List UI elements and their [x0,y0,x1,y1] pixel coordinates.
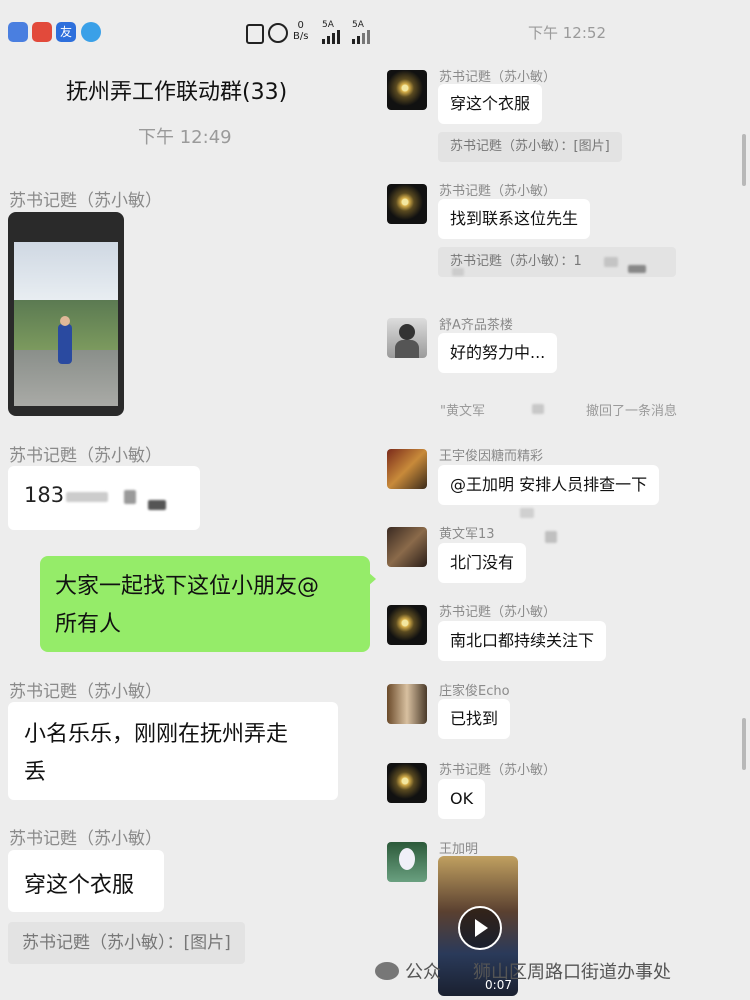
avatar[interactable] [387,527,427,567]
message-bubble[interactable]: 北门没有 [438,543,527,583]
sender-name: 苏书记甦（苏小敏） [9,446,162,466]
sender-name: 苏书记甦（苏小敏） [439,605,557,620]
signal-label: 5A [322,20,334,30]
child-head [60,316,70,326]
message-text: 北门没有 [450,553,515,572]
message-bubble[interactable]: 穿这个衣服 [438,84,543,124]
photo-sky [14,242,118,302]
avatar[interactable] [387,184,427,224]
message-text: 穿这个衣服 [24,873,135,898]
bubble-tail [368,572,376,586]
message-text: 南北口都持续关注下 [450,631,595,650]
recall-sender: "黄文军 [440,404,485,419]
redacted-block [520,508,534,518]
message-bubble[interactable]: 183 [8,466,200,530]
watermark-prefix: 公众 [405,962,441,983]
message-bubble[interactable]: @王加明 安排人员排查一下 [438,465,660,505]
redacted-block [66,492,108,502]
signal-icon: 5A [352,20,370,44]
self-message-bubble[interactable]: 大家一起找下这位小朋友@ 所有人 [40,556,370,652]
redacted-block [124,490,136,504]
chat-timestamp: 下午 12:49 [138,127,232,148]
group-title: 抚州弄工作联动群(33) [66,80,288,105]
redacted-block [148,500,166,510]
message-text: 183 [24,483,65,507]
message-text: 穿这个衣服 [450,94,531,113]
message-text: OK [450,789,474,808]
avatar[interactable] [387,684,427,724]
sender-name: 苏书记甦（苏小敏） [9,682,162,702]
message-bubble[interactable]: 已找到 [438,699,511,739]
quoted-reply[interactable]: 苏书记甦（苏小敏）：[图片] [438,132,622,162]
message-bubble[interactable]: 南北口都持续关注下 [438,621,607,661]
nfc-icon [246,24,264,44]
app-notification-icon [32,22,52,42]
sender-name: 苏书记甦（苏小敏） [439,184,557,199]
sender-name: 苏书记甦（苏小敏） [9,829,162,849]
sender-name: 苏书记甦（苏小敏） [9,191,162,211]
net-speed-value: 0 [297,20,304,31]
message-bubble[interactable]: 找到联系这位先生 [438,199,591,239]
message-text-line: 丢 [24,760,47,785]
alarm-icon [268,23,288,43]
child-figure [58,324,72,364]
net-speed-unit: B/s [293,31,309,42]
message-bubble[interactable]: 小名乐乐，刚刚在抚州弄走 丢 [8,702,338,800]
sender-name: 苏书记甦（苏小敏） [439,763,557,778]
message-text: 已找到 [450,709,499,728]
message-text: 找到联系这位先生 [450,209,579,228]
quoted-text: 苏书记甦（苏小敏）：1 [450,254,582,269]
watermark-suffix: 狮山区周路口街道办事处 [473,962,671,983]
message-text-line: 大家一起找下这位小朋友@ [55,574,320,599]
app-notification-icon [81,22,101,42]
redacted-block [604,257,618,267]
play-icon[interactable] [458,906,502,950]
system-notice: "黄文军 [440,400,485,419]
watermark: 公众 狮山区周路口街道办事处 [375,958,671,984]
avatar[interactable] [387,763,427,803]
message-bubble[interactable]: 好的努力中... [438,333,558,373]
avatar[interactable] [387,842,427,882]
signal-icon: 5A [322,20,340,44]
right-timestamp: 下午 12:52 [528,24,606,42]
message-text: @王加明 安排人员排查一下 [450,475,648,494]
sender-name: 黄文军13 [439,527,495,542]
system-notice-text: 撤回了一条消息 [586,404,678,419]
signal-label: 5A [352,20,364,30]
app-notification-icon: 友 [56,22,76,42]
sender-name: 王加明 [439,842,479,857]
wechat-icon [375,962,399,980]
message-text: 好的努力中... [450,343,546,362]
message-text-line: 小名乐乐，刚刚在抚州弄走 [24,722,289,747]
quoted-reply[interactable]: 苏书记甦（苏小敏）：1 [438,247,676,277]
message-bubble[interactable]: 穿这个衣服 [8,850,164,912]
avatar[interactable] [387,449,427,489]
app-notification-icon [8,22,28,42]
redacted-block [545,531,557,543]
scrollbar[interactable] [742,134,746,186]
sender-name: 舒A齐品茶楼 [439,318,513,333]
quoted-reply[interactable]: 苏书记甦（苏小敏）：[图片] [8,922,245,964]
avatar[interactable] [387,70,427,110]
message-text-line: 所有人 [55,612,122,637]
redacted-block [532,404,544,414]
scrollbar[interactable] [742,718,746,770]
avatar[interactable] [387,605,427,645]
sender-name: 王宇俊因糖而精彩 [439,449,544,464]
avatar[interactable] [387,318,427,358]
redacted-block [452,268,464,276]
redacted-block [628,265,646,273]
net-speed: 0 B/s [293,20,308,42]
message-bubble[interactable]: OK [438,779,486,819]
image-message[interactable] [8,212,124,416]
sender-name: 庄家俊Echo [439,684,510,699]
sender-name: 苏书记甦（苏小敏） [439,70,557,85]
